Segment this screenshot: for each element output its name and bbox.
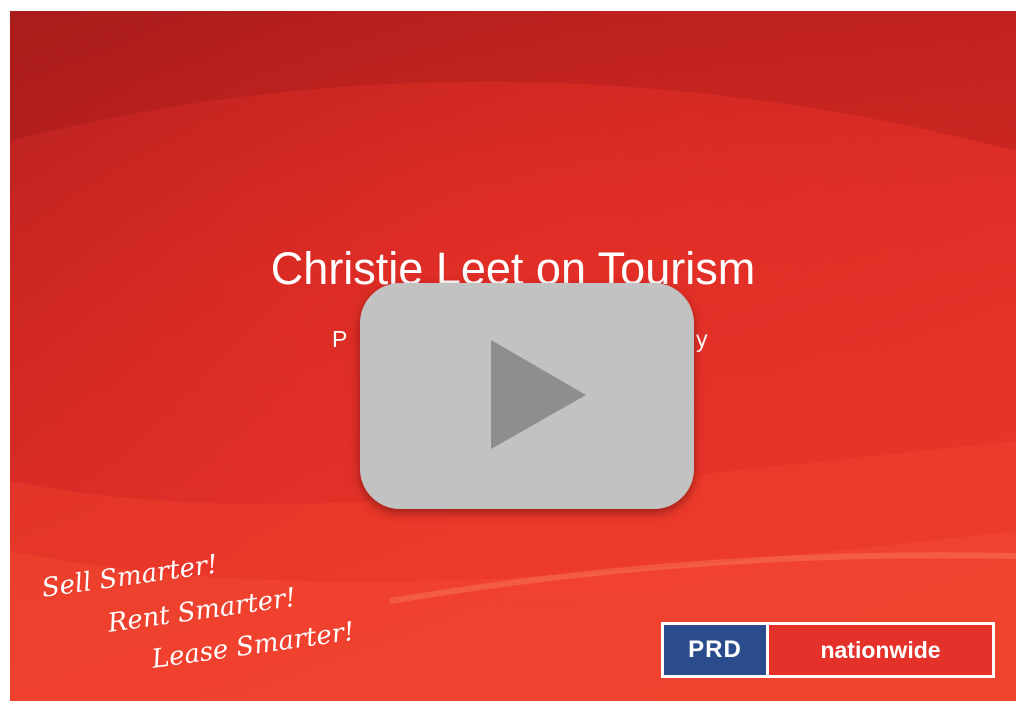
subtitle-right-fragment: y — [696, 326, 708, 352]
play-icon — [491, 340, 586, 449]
prd-nationwide-logo: PRD nationwide — [661, 622, 995, 678]
play-button[interactable] — [360, 283, 694, 509]
logo-prd-text: PRD — [664, 625, 766, 675]
video-thumbnail[interactable]: Christie Leet on Tourism P y Sell Smarte… — [10, 11, 1016, 701]
subtitle-left-fragment: P — [332, 326, 348, 352]
logo-nationwide-text: nationwide — [769, 625, 992, 675]
